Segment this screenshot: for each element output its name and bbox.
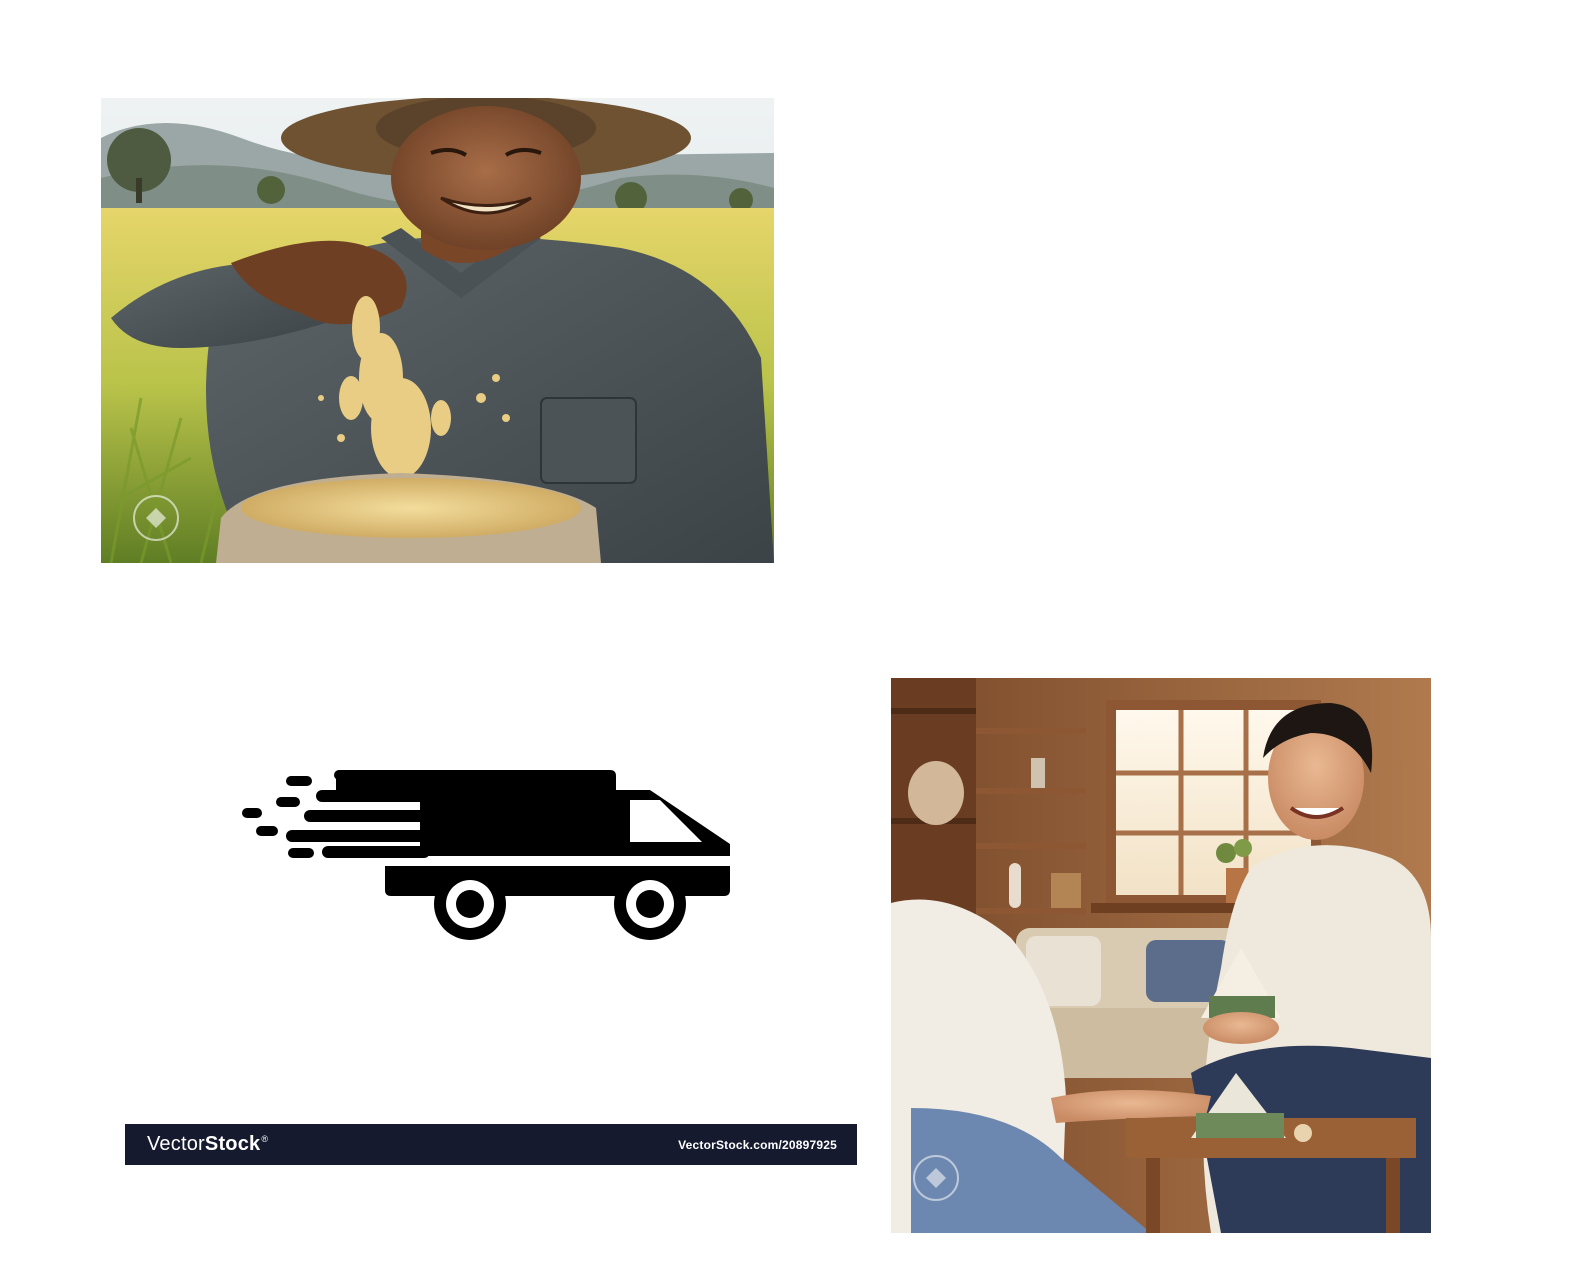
speed-line [322, 846, 430, 858]
farmer-rice-photo [101, 98, 774, 563]
speed-line [242, 808, 262, 818]
vectorstock-logo: VectorStock® [147, 1133, 269, 1155]
speed-line [286, 830, 426, 842]
vectorstock-watermark-banner: VectorStock® VectorStock.com/20897925 [125, 1124, 857, 1165]
speed-line [256, 826, 278, 836]
speed-line [286, 776, 312, 786]
living-room-photo [891, 678, 1431, 1233]
speed-line [288, 848, 314, 858]
truck-illustration [242, 770, 730, 940]
vectorstock-url: VectorStock.com/20897925 [678, 1137, 837, 1152]
truck-cargo-top [336, 770, 616, 796]
farmer-photo-illustration [101, 98, 774, 563]
delivery-truck-icon [240, 770, 740, 950]
speed-line [304, 810, 428, 822]
speed-line [276, 797, 300, 807]
truck-cargo [420, 796, 616, 856]
living-room-illustration [891, 678, 1431, 1233]
